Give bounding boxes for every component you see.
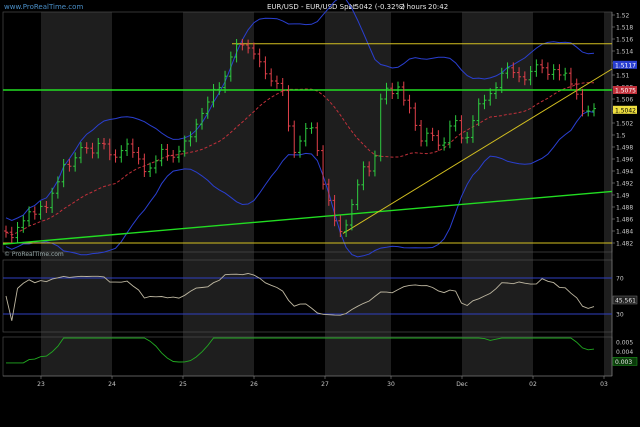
watermark: www.ProRealTime.com xyxy=(4,3,83,11)
momentum-tick-label: 0.004 xyxy=(616,349,633,356)
instrument-title: EUR/USD - EUR/USD Spot xyxy=(267,3,356,11)
copyright-watermark: © ProRealTime.com xyxy=(4,251,64,258)
chart-root: www.ProRealTime.com EUR/USD - EUR/USD Sp… xyxy=(0,0,640,427)
session-shade xyxy=(183,12,254,376)
price-tick-label: 1.5 xyxy=(616,133,626,140)
rsi-tick-label: 30 xyxy=(616,312,624,319)
price-tick-label: 1.514 xyxy=(616,49,633,56)
rsi-value-tag: 45.561 xyxy=(615,297,636,304)
momentum-value-tag: 0.003 xyxy=(615,359,632,366)
price-tick-label: 1.502 xyxy=(616,121,633,128)
momentum-tick-label: 0.005 xyxy=(616,339,633,346)
last-price-tag: 1.5042 xyxy=(615,107,636,114)
price-tick-label: 1.498 xyxy=(616,145,633,152)
session-shade xyxy=(462,12,533,376)
date-tick-label: Dec xyxy=(456,381,468,388)
rsi-tick-label: 70 xyxy=(616,276,624,283)
price-tick-label: 1.49 xyxy=(616,193,630,200)
date-tick-label: 26 xyxy=(250,381,258,388)
ma-value-tag: 1.5075 xyxy=(615,88,636,95)
price-tick-label: 1.494 xyxy=(616,169,633,176)
price-tick-label: 1.492 xyxy=(616,181,633,188)
band-value-tag: 1.5117 xyxy=(615,62,636,69)
price-tick-label: 1.482 xyxy=(616,241,633,248)
price-tick-label: 1.488 xyxy=(616,205,633,212)
price-tick-label: 1.506 xyxy=(616,97,633,104)
price-tick-label: 1.484 xyxy=(616,229,633,236)
price-tick-label: 1.496 xyxy=(616,157,633,164)
date-tick-label: 24 xyxy=(108,381,116,388)
date-tick-label: 03 xyxy=(600,381,608,388)
price-tick-label: 1.518 xyxy=(616,25,633,32)
date-tick-label: 02 xyxy=(529,381,537,388)
price-tick-label: 1.51 xyxy=(616,73,630,80)
date-tick-label: 30 xyxy=(387,381,395,388)
date-tick-label: 23 xyxy=(37,381,45,388)
time-label: 20:42 xyxy=(428,3,448,11)
date-tick-label: 25 xyxy=(179,381,187,388)
price-tick-label: 1.486 xyxy=(616,217,633,224)
price-tick-label: 1.52 xyxy=(616,13,630,20)
last-change: 1.5042 (-0.32%) xyxy=(348,3,405,11)
session-shade xyxy=(604,12,612,376)
date-tick-label: 27 xyxy=(321,381,329,388)
price-tick-label: 1.516 xyxy=(616,37,633,44)
period-label: 2 hours xyxy=(400,3,427,11)
